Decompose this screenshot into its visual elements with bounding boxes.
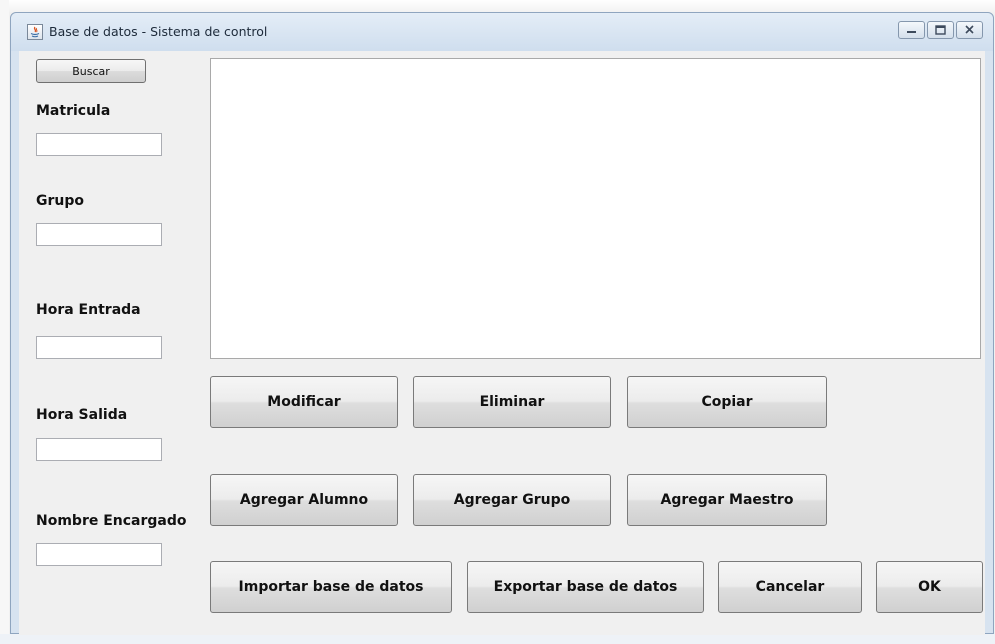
output-text-area[interactable] <box>210 58 981 359</box>
hora-entrada-input[interactable] <box>36 336 162 359</box>
window-controls <box>896 21 983 39</box>
title-bar[interactable]: Base de datos - Sistema de control <box>11 13 993 51</box>
agregar-grupo-button[interactable]: Agregar Grupo <box>413 474 611 526</box>
matricula-input[interactable] <box>36 133 162 156</box>
client-area: Buscar Matricula Grupo Hora Entrada Hora… <box>19 51 985 635</box>
modificar-button[interactable]: Modificar <box>210 376 398 428</box>
matricula-label: Matricula <box>36 103 111 119</box>
grupo-input[interactable] <box>36 223 162 246</box>
desktop-background-bottom <box>0 634 995 644</box>
agregar-alumno-button[interactable]: Agregar Alumno <box>210 474 398 526</box>
close-button[interactable] <box>956 21 983 39</box>
cancelar-button[interactable]: Cancelar <box>718 561 862 613</box>
hora-salida-label: Hora Salida <box>36 407 128 423</box>
app-window: Base de datos - Sistema de control Busca… <box>10 12 994 635</box>
grupo-label: Grupo <box>36 193 85 209</box>
maximize-icon <box>935 25 946 35</box>
exportar-base-de-datos-button[interactable]: Exportar base de datos <box>467 561 704 613</box>
nombre-encargado-input[interactable] <box>36 543 162 566</box>
minimize-button[interactable] <box>898 21 925 39</box>
desktop-background-top <box>0 0 995 12</box>
java-app-icon[interactable] <box>27 24 43 40</box>
nombre-encargado-label: Nombre Encargado <box>36 513 187 529</box>
importar-base-de-datos-button[interactable]: Importar base de datos <box>210 561 452 613</box>
close-icon <box>965 25 974 34</box>
agregar-maestro-button[interactable]: Agregar Maestro <box>627 474 827 526</box>
desktop-background-left <box>0 0 9 644</box>
hora-entrada-label: Hora Entrada <box>36 302 141 318</box>
hora-salida-input[interactable] <box>36 438 162 461</box>
ok-button[interactable]: OK <box>876 561 983 613</box>
minimize-icon <box>907 31 916 33</box>
maximize-button[interactable] <box>927 21 954 39</box>
copiar-button[interactable]: Copiar <box>627 376 827 428</box>
buscar-button[interactable]: Buscar <box>36 59 146 83</box>
eliminar-button[interactable]: Eliminar <box>413 376 611 428</box>
window-title: Base de datos - Sistema de control <box>49 24 268 39</box>
